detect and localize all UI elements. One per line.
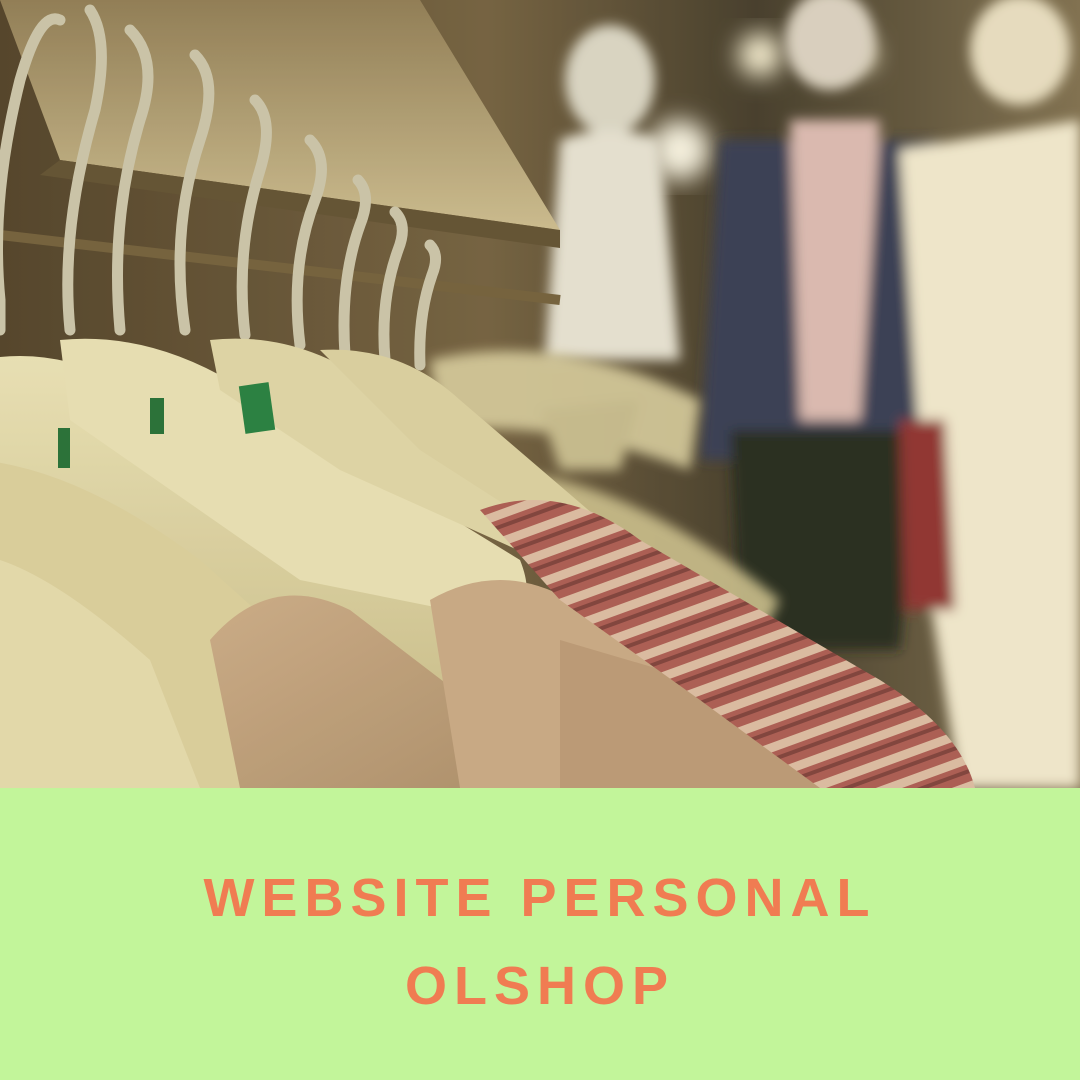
clothing-rack-photo bbox=[0, 0, 1080, 788]
promo-card: WEBSITE PERSONAL OLSHOP bbox=[0, 0, 1080, 1080]
caption-title-line-2: OLSHOP bbox=[404, 956, 676, 1016]
caption-panel: WEBSITE PERSONAL OLSHOP bbox=[0, 788, 1080, 1080]
caption-title-line-1: WEBSITE PERSONAL bbox=[203, 868, 877, 928]
